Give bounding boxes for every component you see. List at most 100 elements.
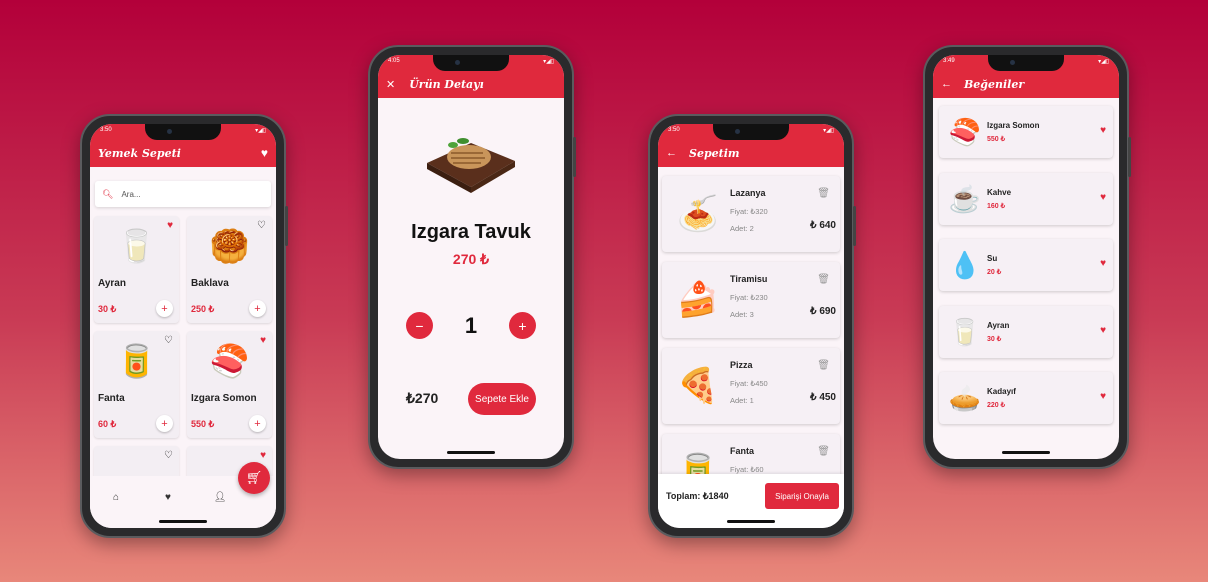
cart-screen: 3:50 ▾◢▯ ← Sepetim 🍝 Lazanya Fiyat: ₺320 … xyxy=(658,124,844,528)
salmon-plate-icon: 🍣 xyxy=(948,116,982,147)
add-button[interactable]: + xyxy=(156,300,173,317)
trash-icon[interactable]: 🗑︎ xyxy=(817,360,830,371)
add-to-cart-button[interactable]: Sepete Ekle xyxy=(468,383,536,415)
item-name: Fanta xyxy=(730,446,755,456)
grilled-chicken-image xyxy=(427,138,515,193)
product-price: 550 ₺ xyxy=(191,419,215,429)
home-indicator xyxy=(159,520,207,523)
camera-notch xyxy=(713,124,789,140)
favorites-icon[interactable]: ♥ xyxy=(142,492,194,503)
favorite-item[interactable]: 🥧 Kadayıf 220 ₺ ♥ xyxy=(939,372,1113,424)
item-qty: Adet: 2 xyxy=(730,224,754,233)
item-price: 20 ₺ xyxy=(987,269,1002,276)
heart-filled-icon[interactable]: ♥ xyxy=(1100,391,1106,402)
heart-filled-icon[interactable]: ♥ xyxy=(260,335,266,346)
home-indicator xyxy=(1002,451,1050,454)
home-icon[interactable]: ⌂ xyxy=(90,492,142,503)
trash-icon[interactable]: 🗑︎ xyxy=(817,446,830,457)
pizza-icon: 🍕 xyxy=(676,367,720,405)
cart-appbar: ← Sepetim xyxy=(658,139,844,167)
battery-icon: ▾◢▯ xyxy=(255,128,266,134)
close-icon[interactable]: ✕ xyxy=(386,78,395,91)
product-name: Ayran xyxy=(98,278,126,289)
profile-icon[interactable]: 👤︎ xyxy=(194,492,246,503)
item-name: Su xyxy=(987,254,998,263)
status-time: 4:05 xyxy=(388,58,400,64)
search-icon: 🔍︎ xyxy=(102,188,114,199)
favorites-screen: 3:49 ▾◢▯ ← Beğeniler 🍣 Izgara Somon 550 ₺… xyxy=(933,55,1119,459)
trash-icon[interactable]: 🗑︎ xyxy=(817,188,830,199)
camera-notch xyxy=(145,124,221,140)
heart-outline-icon[interactable]: ♡ xyxy=(164,450,173,461)
add-button[interactable]: + xyxy=(249,415,266,432)
product-name: Baklava xyxy=(191,278,229,289)
water-bottle-icon: 💧 xyxy=(948,249,982,280)
favorites-heart-icon[interactable]: ♥ xyxy=(261,146,268,160)
favorite-item[interactable]: 🥛 Ayran 30 ₺ ♥ xyxy=(939,306,1113,358)
back-arrow-icon[interactable]: ← xyxy=(941,78,952,90)
item-name: Pizza xyxy=(730,360,753,370)
heart-filled-icon[interactable]: ♥ xyxy=(1100,125,1106,136)
product-name: Izgara Somon xyxy=(191,393,257,404)
baklava-icon: 🥮 xyxy=(209,228,250,264)
heart-filled-icon[interactable]: ♥ xyxy=(1100,325,1106,336)
favorite-item[interactable]: ☕ Kahve 160 ₺ ♥ xyxy=(939,173,1113,225)
phone-home: 3:50 ▾◢▯ Yemek Sepeti ♥ 🔍︎ Ara... 🥛 ♥ Ayr… xyxy=(80,114,288,538)
status-time: 3:50 xyxy=(668,127,680,133)
detail-screen: 4:05 ▾◢▯ ✕ Ürün Detayı Izgara Tavuk 270 ₺… xyxy=(378,55,564,459)
camera-notch xyxy=(988,55,1064,71)
heart-filled-icon[interactable]: ♥ xyxy=(260,450,266,461)
salmon-plate-icon: 🍣 xyxy=(209,343,250,379)
back-arrow-icon[interactable]: ← xyxy=(666,147,677,159)
add-button[interactable]: + xyxy=(156,415,173,432)
favorites-title: Beğeniler xyxy=(964,77,1025,91)
product-card[interactable]: 🥮 ♡ Baklava 250 ₺ + xyxy=(187,216,272,323)
heart-filled-icon[interactable]: ♥ xyxy=(1100,192,1106,203)
heart-outline-icon[interactable]: ♡ xyxy=(257,220,266,231)
item-total: ₺ 450 xyxy=(810,392,836,403)
fanta-can-icon: 🥫 xyxy=(116,343,157,379)
favorite-item[interactable]: 💧 Su 20 ₺ ♥ xyxy=(939,239,1113,291)
home-indicator xyxy=(727,520,775,523)
product-card[interactable]: 🥛 ♥ Ayran 30 ₺ + xyxy=(94,216,179,323)
item-price: Fiyat: ₺60 xyxy=(730,465,764,474)
cart-icon: 🛒︎ xyxy=(245,470,263,485)
app-title: Yemek Sepeti xyxy=(98,146,181,160)
add-button[interactable]: + xyxy=(249,300,266,317)
item-total: ₺ 690 xyxy=(810,306,836,317)
camera-notch xyxy=(433,55,509,71)
heart-filled-icon[interactable]: ♥ xyxy=(1100,258,1106,269)
item-price: Fiyat: ₺450 xyxy=(730,379,768,388)
favorites-appbar: ← Beğeniler xyxy=(933,70,1119,98)
cart-item: 🍰 Tiramisu Fiyat: ₺230 Adet: 3 🗑︎ ₺ 690 xyxy=(662,262,840,338)
item-name: Kadayıf xyxy=(987,387,1016,396)
heart-filled-icon[interactable]: ♥ xyxy=(167,220,173,231)
cart-item: 🍝 Lazanya Fiyat: ₺320 Adet: 2 🗑︎ ₺ 640 xyxy=(662,176,840,252)
ayran-cup-icon: 🥛 xyxy=(116,228,157,264)
cart-title: Sepetim xyxy=(689,146,740,160)
search-input[interactable]: 🔍︎ Ara... xyxy=(95,181,271,207)
product-card[interactable]: 🍣 ♥ Izgara Somon 550 ₺ + xyxy=(187,331,272,438)
phone-favorites: 3:49 ▾◢▯ ← Beğeniler 🍣 Izgara Somon 550 ₺… xyxy=(923,45,1131,469)
heart-outline-icon[interactable]: ♡ xyxy=(164,335,173,346)
product-name: Izgara Tavuk xyxy=(411,221,531,243)
product-name: Fanta xyxy=(98,393,125,404)
detail-appbar: ✕ Ürün Detayı xyxy=(378,70,564,98)
cart-fab-button[interactable]: 🛒︎ xyxy=(238,462,270,494)
item-name: Ayran xyxy=(987,321,1010,330)
search-placeholder: Ara... xyxy=(121,189,141,199)
home-indicator xyxy=(447,451,495,454)
product-card[interactable]: 🥫 ♡ Fanta 60 ₺ + xyxy=(94,331,179,438)
increase-button[interactable]: + xyxy=(509,312,536,339)
kadayif-icon: 🥧 xyxy=(948,382,982,413)
confirm-order-button[interactable]: Siparişi Onayla xyxy=(765,483,839,509)
item-price: Fiyat: ₺320 xyxy=(730,207,768,216)
item-name: Izgara Somon xyxy=(987,121,1040,130)
item-qty: Adet: 1 xyxy=(730,396,754,405)
product-price: 60 ₺ xyxy=(98,419,117,429)
favorite-item[interactable]: 🍣 Izgara Somon 550 ₺ ♥ xyxy=(939,106,1113,158)
trash-icon[interactable]: 🗑︎ xyxy=(817,274,830,285)
item-name: Tiramisu xyxy=(730,274,768,284)
item-price: Fiyat: ₺230 xyxy=(730,293,768,302)
quantity-value: 1 xyxy=(464,313,478,338)
